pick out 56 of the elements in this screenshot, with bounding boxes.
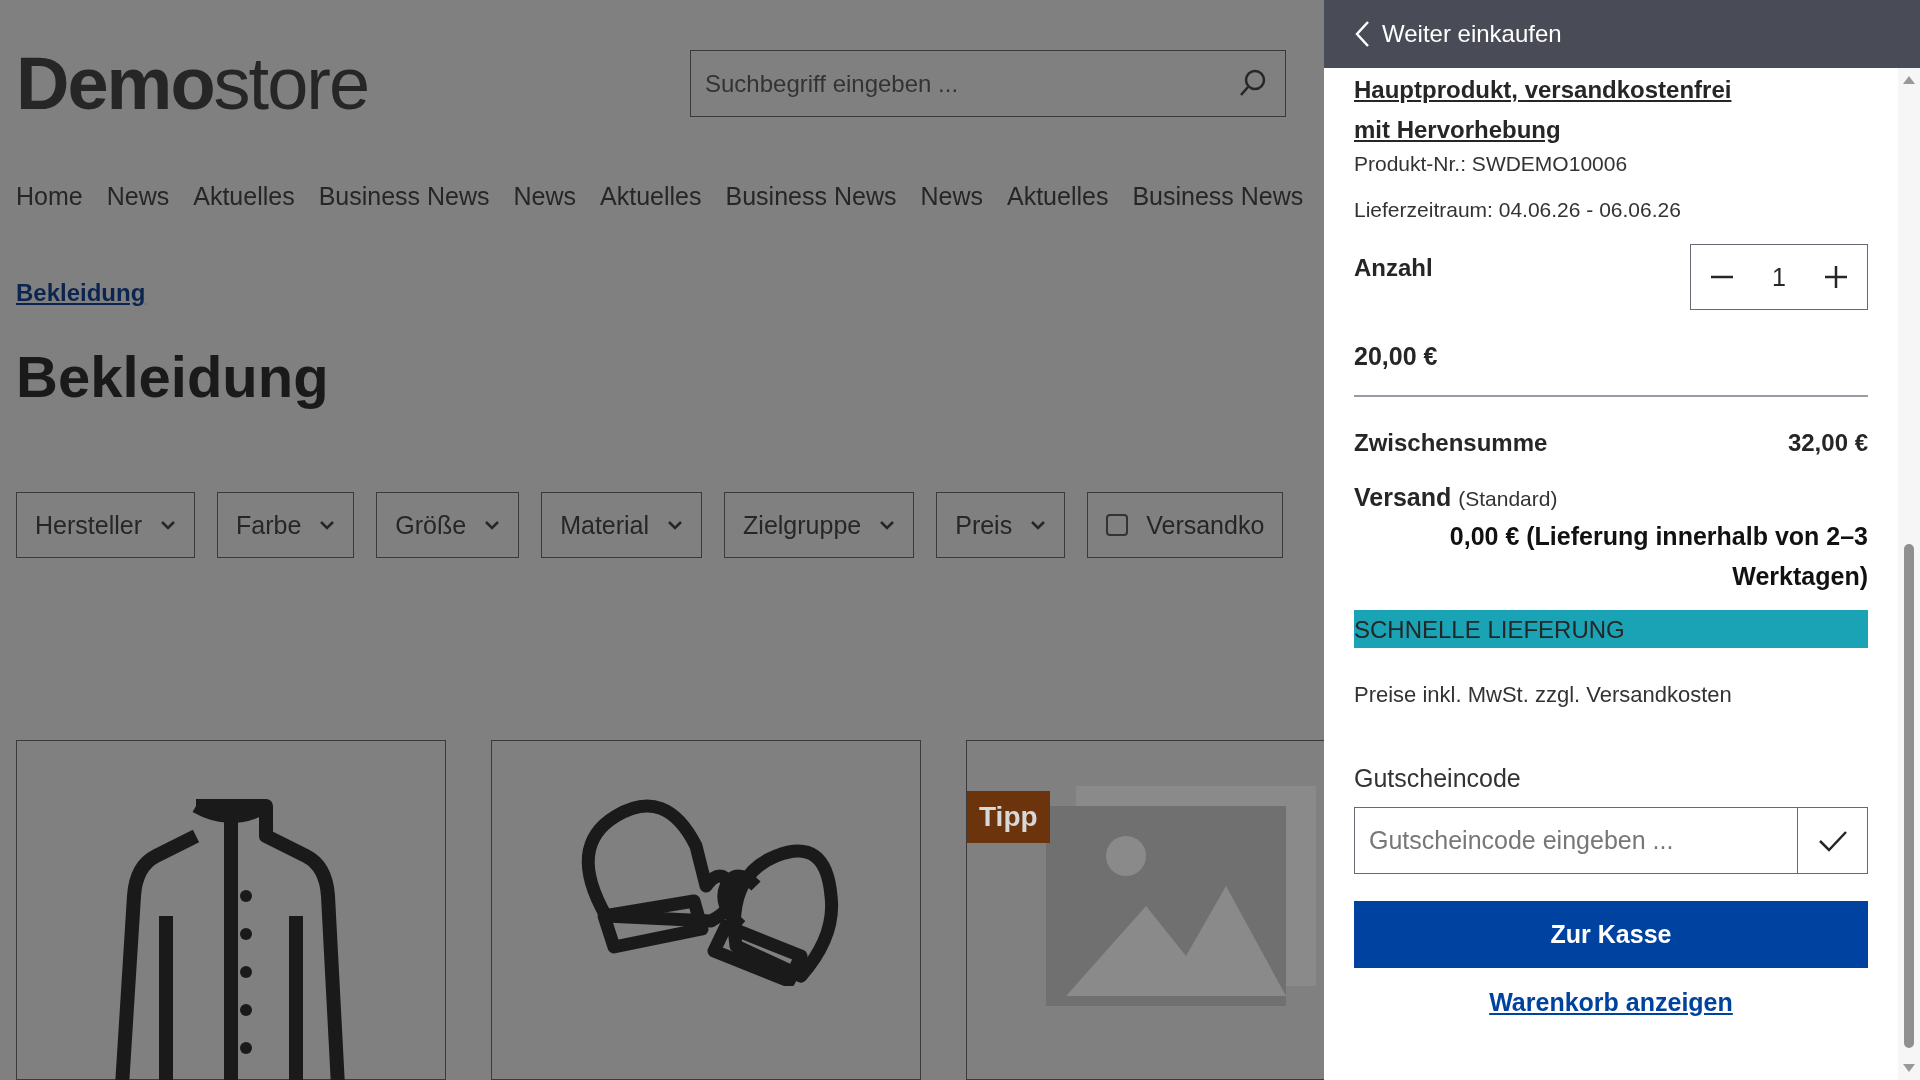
nav-link[interactable]: News bbox=[513, 182, 577, 212]
scrollbar-thumb[interactable] bbox=[1904, 544, 1914, 1048]
checkmark-icon bbox=[1817, 829, 1848, 852]
quantity-label: Anzahl bbox=[1354, 254, 1433, 282]
breadcrumb-link[interactable]: Bekleidung bbox=[16, 279, 146, 307]
search-field[interactable]: Suchbegriff eingeben ... bbox=[690, 50, 1286, 118]
shipping-label: Versand (Standard) bbox=[1354, 483, 1559, 512]
nav-link[interactable]: Aktuelles bbox=[600, 182, 702, 212]
chevron-down-icon bbox=[879, 520, 896, 530]
voucher-input[interactable]: Gutscheincode eingeben ... bbox=[1354, 807, 1798, 874]
nav-link[interactable]: Aktuelles bbox=[1006, 182, 1109, 212]
subtotal-value: 32,00 € bbox=[1787, 429, 1868, 457]
nav-link[interactable]: Aktuelles bbox=[193, 182, 295, 212]
filter-dropdown[interactable]: Zielgruppe bbox=[724, 492, 915, 558]
chevron-down-icon bbox=[319, 520, 336, 530]
fast-delivery-badge: SCHNELLE LIEFERUNG bbox=[1354, 610, 1868, 648]
item-price: 20,00 € bbox=[1354, 342, 1868, 397]
checkout-button[interactable]: Zur Kasse bbox=[1354, 901, 1868, 968]
chevron-down-icon bbox=[667, 520, 684, 530]
nav-link[interactable]: Business News bbox=[725, 182, 897, 212]
filter-dropdown[interactable]: Größe bbox=[376, 492, 520, 558]
store-logo[interactable]: Demostore bbox=[16, 46, 369, 121]
tip-badge: Tipp bbox=[967, 791, 1050, 843]
delivery-period: Lieferzeitraum: 04.06.26 - 06.06.26 bbox=[1354, 198, 1682, 222]
filter-dropdown[interactable]: Preis bbox=[936, 492, 1066, 558]
nav-link[interactable]: News bbox=[920, 182, 983, 212]
filter-checkbox[interactable]: Versandko bbox=[1087, 492, 1284, 558]
filter-dropdown[interactable]: Farbe bbox=[217, 492, 355, 558]
tax-note: Preise inkl. MwSt. zzgl. Versandkosten bbox=[1354, 682, 1733, 708]
product-number: Produkt-Nr.: SWDEMO10006 bbox=[1354, 152, 1629, 176]
view-cart-link[interactable]: Warenkorb anzeigen bbox=[1489, 988, 1733, 1017]
product-card[interactable] bbox=[16, 740, 446, 1080]
minus-icon[interactable] bbox=[1710, 275, 1733, 279]
filter-dropdown[interactable]: Hersteller bbox=[16, 492, 195, 558]
product-card[interactable] bbox=[491, 740, 921, 1080]
chevron-left-icon bbox=[1354, 20, 1370, 48]
scroll-down-icon[interactable] bbox=[1903, 1064, 1915, 1072]
subtotal-label: Zwischensumme bbox=[1354, 429, 1548, 457]
nav-link[interactable]: Business News bbox=[318, 182, 490, 212]
scroll-up-icon[interactable] bbox=[1903, 76, 1915, 84]
nav-link[interactable]: News bbox=[106, 182, 170, 212]
plus-icon[interactable] bbox=[1825, 266, 1848, 288]
chevron-down-icon bbox=[1030, 520, 1047, 530]
product-name-link[interactable]: Hauptprodukt, versandkostenfrei mit Hervorhebung bbox=[1354, 70, 1774, 150]
quantity-stepper[interactable]: 1 bbox=[1690, 244, 1868, 310]
chevron-down-icon bbox=[160, 520, 176, 530]
nav-link[interactable]: Home bbox=[16, 182, 83, 212]
checkbox[interactable] bbox=[1106, 514, 1129, 536]
shipping-cost: 0,00 € (Lieferung innerhalb von 2–3 Werktagen) bbox=[1448, 521, 1868, 592]
page-title: Bekleidung bbox=[16, 343, 330, 410]
chevron-down-icon bbox=[484, 520, 501, 530]
apply-voucher-button[interactable] bbox=[1798, 807, 1868, 874]
nav-link[interactable]: Business News bbox=[1132, 182, 1304, 212]
voucher-label: Gutscheincode bbox=[1354, 764, 1522, 793]
filter-dropdown[interactable]: Material bbox=[541, 492, 703, 558]
continue-shopping-button[interactable]: Weiter einkaufen bbox=[1324, 0, 1920, 68]
